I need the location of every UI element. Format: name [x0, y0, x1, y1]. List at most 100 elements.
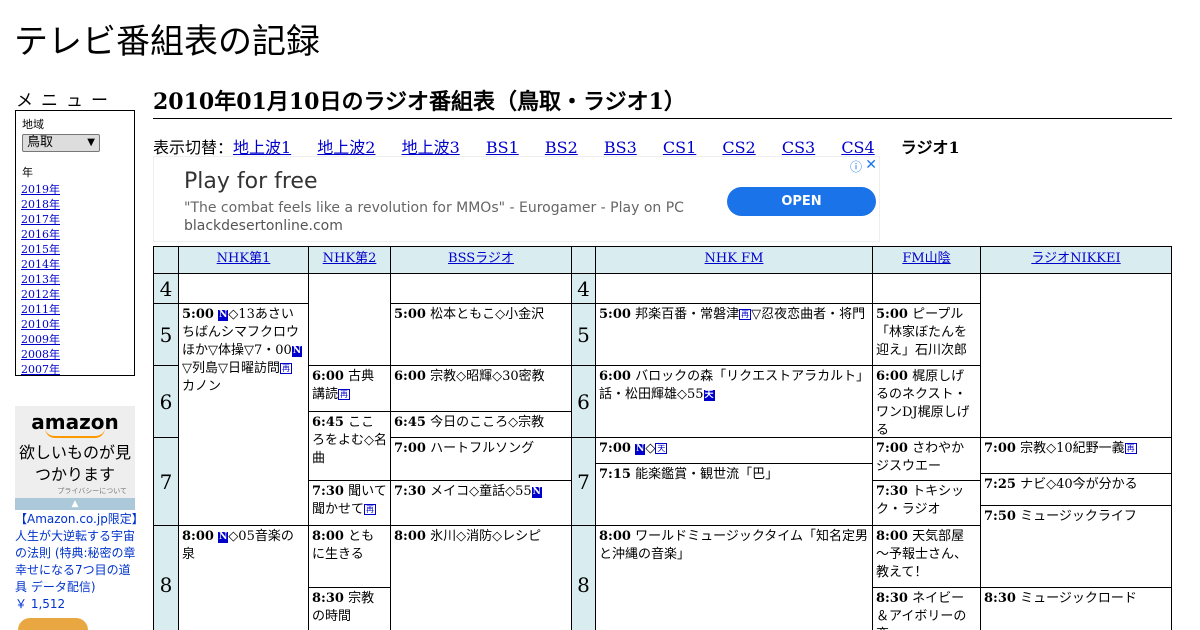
- program-empty: [390, 273, 572, 304]
- rerun-mark-icon: 再: [739, 309, 752, 320]
- hour-label: 7: [571, 437, 596, 526]
- info-icon[interactable]: ⓘ: [850, 158, 862, 175]
- ad-title[interactable]: Play for free: [184, 169, 318, 194]
- program-cell[interactable]: 5:00 N◇13あさいちばんシマフクロウほか▽体操▽7・00N▽列島▽日曜訪問…: [178, 303, 309, 526]
- year-link[interactable]: 2010年: [21, 318, 60, 331]
- year-link[interactable]: 2015年: [21, 243, 60, 256]
- game-ad-banner[interactable]: Play for free "The combat feels like a r…: [153, 156, 880, 242]
- program-cell[interactable]: 8:00 氷川◇消防◇レシピ: [390, 525, 572, 630]
- n-mark-icon: N: [218, 310, 229, 321]
- channel-header-nhkfm[interactable]: NHK FM: [595, 246, 873, 274]
- year-link[interactable]: 2009年: [21, 333, 60, 346]
- program-cell[interactable]: 7:50 ミュージックライフ: [980, 505, 1172, 588]
- program-cell[interactable]: 6:45 こころをよむ◇名曲: [308, 411, 391, 481]
- channel-link[interactable]: FM山陰: [902, 251, 950, 266]
- channel-header-bss[interactable]: BSSラジオ: [390, 246, 572, 274]
- program-time: 7:30: [312, 484, 344, 499]
- product-thumbnail[interactable]: [18, 618, 88, 630]
- program-cell[interactable]: 7:00 宗教◇10紀野一義再: [980, 437, 1172, 474]
- switch-current-radio1: ラジオ1: [900, 138, 960, 157]
- ad-url[interactable]: blackdesertonline.com: [184, 218, 343, 234]
- program-cell[interactable]: 6:00 バロックの森「リクエストアラカルト」話・松田輝雄◇55天: [595, 365, 873, 438]
- channel-link[interactable]: NHK第1: [217, 251, 271, 266]
- program-title: 宗教◇10紀野一義: [1020, 441, 1125, 456]
- program-title: バロックの森「リクエストアラカルト」話・松田輝雄◇55: [599, 369, 863, 402]
- program-cell[interactable]: 5:00 松本ともこ◇小金沢: [390, 303, 572, 366]
- channel-header-nhk2[interactable]: NHK第2: [308, 246, 391, 274]
- year-link[interactable]: 2013年: [21, 273, 60, 286]
- year-link[interactable]: 2012年: [21, 288, 60, 301]
- year-link[interactable]: 2017年: [21, 213, 60, 226]
- program-cell[interactable]: 8:30 宗教の時間: [308, 587, 391, 630]
- program-time: 6:45: [312, 415, 344, 430]
- channel-link[interactable]: ラジオNIKKEI: [1031, 251, 1120, 266]
- program-cell[interactable]: 8:00 ワールドミュージックタイム「知名定男と沖縄の音楽」: [595, 525, 873, 630]
- close-icon[interactable]: ✕: [865, 157, 877, 173]
- hour-label: 7: [153, 437, 179, 526]
- switch-link-terrestrial2[interactable]: 地上波2: [317, 138, 375, 157]
- channel-header-nikkei[interactable]: ラジオNIKKEI: [980, 246, 1172, 274]
- program-title: ワールドミュージックタイム「知名定男と沖縄の音楽」: [599, 529, 869, 562]
- scroll-up-icon[interactable]: ▲: [15, 498, 135, 510]
- year-link[interactable]: 2014年: [21, 258, 60, 271]
- program-title-cont: ▽列島▽日曜訪問: [182, 361, 280, 376]
- program-time: 8:00: [394, 529, 426, 544]
- program-cell[interactable]: 8:00 ともに生きる: [308, 525, 391, 588]
- privacy-link[interactable]: プライバシーについて: [57, 486, 127, 496]
- switch-link-terrestrial3[interactable]: 地上波3: [402, 138, 460, 157]
- program-cell[interactable]: 7:15 能楽鑑賞・観世流「巴」: [595, 463, 873, 526]
- switch-link-bs2[interactable]: BS2: [545, 138, 578, 157]
- year-link[interactable]: 2011年: [21, 303, 60, 316]
- program-time: 5:00: [599, 307, 631, 322]
- rerun-mark-icon: 再: [1124, 443, 1137, 454]
- program-cell[interactable]: 7:00 さわやかジスウエー: [872, 437, 981, 481]
- program-cell[interactable]: 7:30 聞いて聞かせて再: [308, 480, 391, 526]
- switch-link-cs1[interactable]: CS1: [663, 138, 696, 157]
- program-cell[interactable]: 5:00 邦楽百番・常磐津再 ▽忍夜恋曲者・将門: [595, 303, 873, 366]
- program-cell[interactable]: 8:00 N◇05音楽の泉: [178, 525, 309, 630]
- switch-link-cs3[interactable]: CS3: [782, 138, 815, 157]
- ad-product[interactable]: 【Amazon.co.jp限定】人生が大逆転する宇宙の法則 (特典:秘密の章 幸…: [15, 511, 139, 613]
- channel-link[interactable]: BSSラジオ: [448, 251, 514, 266]
- switch-link-cs4[interactable]: CS4: [841, 138, 874, 157]
- program-cell[interactable]: 8:00 天気部屋～予報士さん、教えて！: [872, 525, 981, 588]
- hour-label: 6: [571, 365, 596, 438]
- amazon-ad-banner[interactable]: amazon 欲しいものが見つかります プライバシーについて ▲: [15, 406, 135, 510]
- display-switcher: 表示切替：地上波1 地上波2 地上波3 BS1 BS2 BS3 CS1 CS2 …: [153, 134, 981, 158]
- year-link[interactable]: 2018年: [21, 198, 60, 211]
- program-cell[interactable]: 5:00 ピープル「林家ぼたんを迎え」石川次郎: [872, 303, 981, 366]
- switch-link-bs3[interactable]: BS3: [604, 138, 637, 157]
- program-cell[interactable]: 7:00 N◇ 天: [595, 437, 873, 464]
- year-link[interactable]: 2019年: [21, 183, 60, 196]
- ad-product-title[interactable]: 【Amazon.co.jp限定】人生が大逆転する宇宙の法則 (特典:秘密の章 幸…: [15, 511, 139, 596]
- year-link[interactable]: 2008年: [21, 348, 60, 361]
- program-time: 6:00: [876, 369, 908, 384]
- program-time: 7:50: [984, 509, 1016, 524]
- hour-label: 6: [153, 365, 179, 438]
- program-cell[interactable]: 7:30 トキシック・ラジオ: [872, 480, 981, 526]
- program-cell[interactable]: 7:30 メイコ◇童話◇55N: [390, 480, 572, 526]
- switch-link-bs1[interactable]: BS1: [486, 138, 519, 157]
- program-cell[interactable]: 6:00 古典講読再: [308, 365, 391, 412]
- amazon-logo: amazon: [31, 410, 119, 434]
- switch-link-cs2[interactable]: CS2: [722, 138, 755, 157]
- program-time: 5:00: [876, 307, 908, 322]
- channel-header-fmsanin[interactable]: FM山陰: [872, 246, 981, 274]
- region-select[interactable]: 鳥取 ▼: [22, 134, 100, 152]
- program-title: ハートフルソング: [430, 441, 535, 456]
- program-cell[interactable]: 7:00 ハートフルソング: [390, 437, 572, 481]
- year-link[interactable]: 2016年: [21, 228, 60, 241]
- program-cell[interactable]: 6:45 今日のこころ◇宗教: [390, 411, 572, 438]
- year-link[interactable]: 2007年: [21, 363, 60, 376]
- program-cell[interactable]: 7:25 ナビ◇40今が分かる: [980, 473, 1172, 506]
- program-time: 7:30: [876, 484, 908, 499]
- program-cell[interactable]: 8:30 ミュージックロード: [980, 587, 1172, 630]
- program-cell[interactable]: 6:00 宗教◇昭輝◇30密教: [390, 365, 572, 412]
- channel-link[interactable]: NHK第2: [323, 251, 377, 266]
- ad-open-button[interactable]: OPEN: [727, 187, 876, 216]
- program-cell[interactable]: 8:30 ネイビー＆アイボリーの恋: [872, 587, 981, 630]
- channel-header-nhk1[interactable]: NHK第1: [178, 246, 309, 274]
- channel-link[interactable]: NHK FM: [705, 251, 764, 266]
- switch-link-terrestrial1[interactable]: 地上波1: [233, 138, 291, 157]
- program-cell[interactable]: 6:00 梶原しげるのネクスト・ワンDJ梶原しげる: [872, 365, 981, 438]
